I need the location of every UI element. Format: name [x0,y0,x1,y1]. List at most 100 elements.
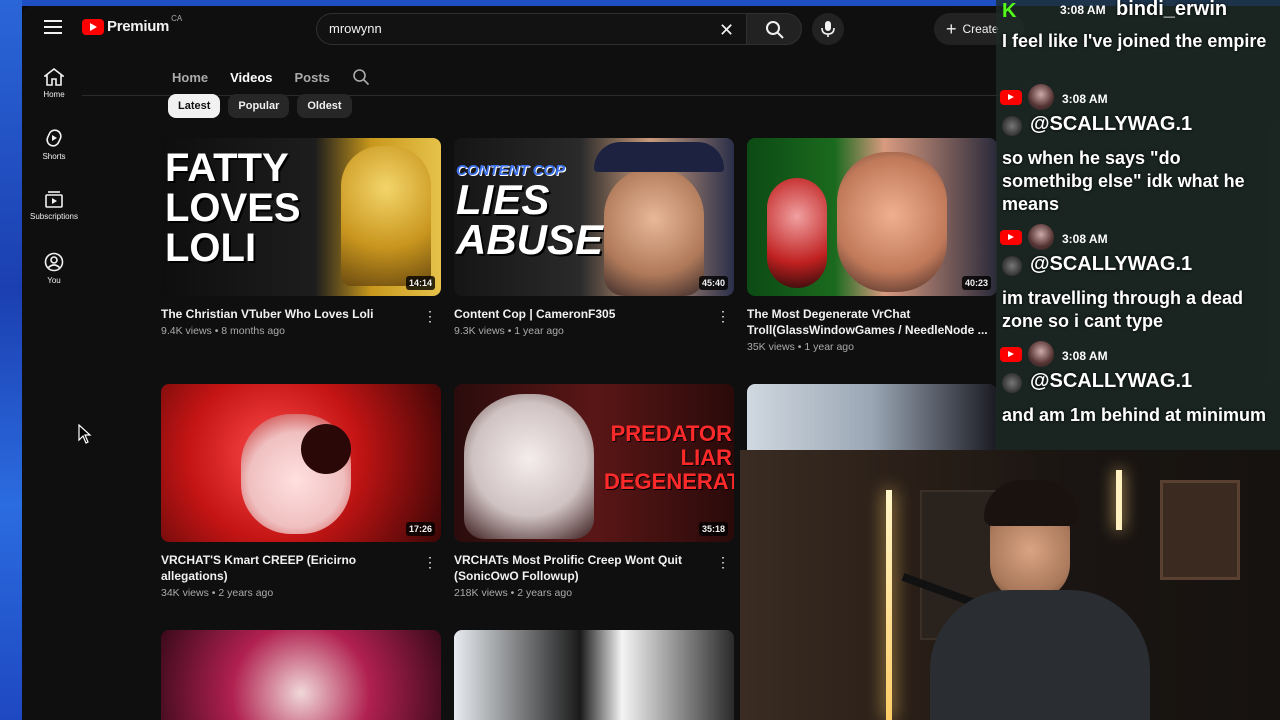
avatar [1002,373,1022,393]
more-actions-icon[interactable]: ⋮ [423,308,437,325]
youtube-badge-icon [1000,90,1022,105]
rail-label: Shorts [42,152,66,161]
video-duration: 45:40 [698,276,728,290]
chat-message: and am 1m behind at minimum [1002,405,1267,425]
rail-item-home[interactable]: Home [26,68,82,99]
search-input[interactable]: mrowynn [329,21,382,36]
video-card[interactable]: PREDATOR LIAR DEGENERATE 35:18 VRCHATs M… [454,384,734,599]
picture-frame [1160,480,1240,580]
microphone-icon [821,21,835,37]
video-title[interactable]: VRCHATs Most Prolific Creep Wont Quit (S… [454,552,704,584]
light-strip [886,490,892,720]
kick-logo-icon: K [1002,0,1017,22]
home-icon [44,68,64,86]
mouse-cursor-icon [78,424,92,444]
chat-message: im travelling through a dead zone so i c… [1002,288,1244,331]
tab-videos[interactable]: Videos [230,70,272,85]
rail-label: Subscriptions [29,212,79,221]
rail-label: Home [43,90,65,99]
more-actions-icon[interactable]: ⋮ [423,554,437,571]
video-thumbnail[interactable]: 17:26 [161,384,441,542]
light-strip [1116,470,1122,530]
video-duration: 17:26 [405,522,435,536]
video-duration: 14:14 [405,276,435,290]
video-title[interactable]: The Most Degenerate VrChat Troll(GlassWi… [747,306,997,338]
chip-latest[interactable]: Latest [168,94,221,118]
youtube-premium-logo[interactable]: Premium CA [82,14,182,35]
video-thumbnail-partial[interactable] [161,630,441,720]
video-card[interactable]: CONTENT COP LIES ABUSE 45:40 Content Cop… [454,138,734,337]
stream-chat-overlay: K 3:08 AM bindi_erwin I feel like I've j… [996,0,1280,450]
shorts-icon [46,129,62,147]
rail-item-you[interactable]: You [26,252,82,285]
tab-home[interactable]: Home [172,70,208,85]
creature-figure [464,394,594,539]
avatar [1028,84,1054,110]
streamer-hair [984,480,1078,526]
logo-region: CA [171,14,183,23]
video-meta: 34K views • 2 years ago [161,587,274,599]
chat-message: I feel like I've joined the empire [1002,31,1267,51]
police-cap [594,142,724,172]
video-card[interactable]: FATTY LOVES LOLI 14:14 The Christian VTu… [161,138,441,337]
chat-username: bindi_erwin [1116,0,1228,20]
chip-oldest[interactable]: Oldest [297,94,352,118]
knight-figure [341,146,431,286]
voice-search-button[interactable] [812,13,844,45]
more-actions-icon[interactable]: ⋮ [716,308,730,325]
menu-icon[interactable] [44,20,62,34]
video-duration: 35:18 [698,522,728,536]
video-card[interactable]: 40:23 The Most Degenerate VrChat Troll(G… [747,138,997,353]
video-meta: 9.4K views • 8 months ago [161,325,285,337]
man-face [837,152,947,292]
video-thumbnail[interactable]: PREDATOR LIAR DEGENERATE 35:18 [454,384,734,542]
youtube-badge-icon [1000,347,1022,362]
chat-username: @SCALLYWAG.1 [1030,370,1193,392]
video-thumbnail-partial[interactable] [454,630,734,720]
more-actions-icon[interactable]: ⋮ [716,554,730,571]
video-thumbnail[interactable]: FATTY LOVES LOLI 14:14 [161,138,441,296]
anime-avatar [767,178,827,288]
chat-time: 3:08 AM [1062,232,1108,246]
tab-posts[interactable]: Posts [295,70,330,85]
chip-popular[interactable]: Popular [228,94,290,118]
chat-message: so when he says "do somethibg else" idk … [1002,148,1245,214]
thumbnail-text: LIES ABUSE [456,176,604,263]
video-thumbnail-partial[interactable] [747,384,997,450]
plus-icon: + [946,18,957,39]
streamer-body [930,590,1150,720]
logo-text: Premium [107,18,170,35]
search-button[interactable] [746,13,802,45]
search-box[interactable]: mrowynn ✕ [316,13,746,45]
chat-time: 3:08 AM [1062,349,1108,363]
rail-item-shorts[interactable]: Shorts [26,128,82,161]
video-thumbnail[interactable]: CONTENT COP LIES ABUSE 45:40 [454,138,734,296]
thumbnail-text: PREDATOR LIAR DEGENERATE [604,421,734,494]
avatar [1002,256,1022,276]
clear-search-icon[interactable]: ✕ [719,20,734,41]
youtube-logo-icon [82,18,104,35]
video-title[interactable]: The Christian VTuber Who Loves Loli [161,306,411,322]
you-icon [44,252,64,272]
chat-time: 3:08 AM [1060,3,1106,17]
channel-search-icon[interactable] [352,68,370,86]
sort-chips: Latest Popular Oldest [168,94,360,118]
avatar [1028,341,1054,367]
avatar [1002,116,1022,136]
chat-time: 3:08 AM [1062,92,1108,106]
video-card[interactable]: 17:26 VRCHAT'S Kmart CREEP (Ericirno all… [161,384,441,599]
youtube-badge-icon [1000,230,1022,245]
desktop-edge [0,0,22,720]
video-duration: 40:23 [961,276,991,290]
video-meta: 35K views • 1 year ago [747,341,854,353]
video-meta: 218K views • 2 years ago [454,587,573,599]
video-title[interactable]: Content Cop | CameronF305 [454,306,704,322]
rail-item-subscriptions[interactable]: Subscriptions [26,190,82,221]
presenter-face [604,168,704,296]
video-thumbnail[interactable]: 40:23 [747,138,997,296]
create-label: Create [962,22,999,36]
rail-label: You [47,276,61,285]
video-title[interactable]: VRCHAT'S Kmart CREEP (Ericirno allegatio… [161,552,411,584]
search-icon [766,21,784,39]
chat-username: @SCALLYWAG.1 [1030,113,1193,135]
